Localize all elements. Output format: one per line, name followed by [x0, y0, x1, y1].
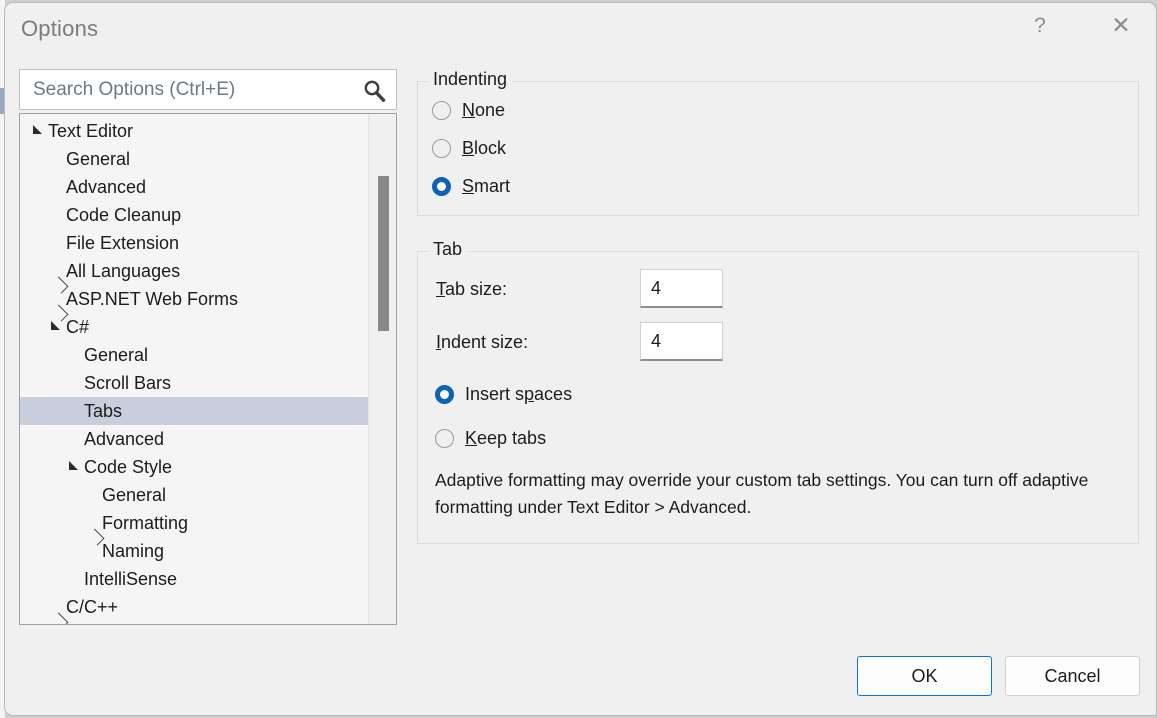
tree-item-intellisense[interactable]: IntelliSense: [20, 565, 368, 593]
magnifier-icon[interactable]: [361, 78, 387, 104]
radio-indenting-none[interactable]: None: [432, 100, 505, 121]
tree-item-file-extension[interactable]: File Extension: [20, 229, 368, 257]
tree-item-label: Text Editor: [48, 121, 133, 142]
chevron-down-icon[interactable]: [66, 453, 80, 481]
tree-item-label: Formatting: [102, 513, 188, 534]
tree-item-code-cleanup[interactable]: Code Cleanup: [20, 201, 368, 229]
radio-label-insert-spaces: Insert spaces: [465, 384, 572, 405]
radio-mark-none[interactable]: [432, 101, 451, 120]
tree-item-label: General: [66, 149, 130, 170]
tree-scrollbar[interactable]: [368, 114, 396, 624]
radio-insert-spaces[interactable]: Insert spaces: [435, 384, 572, 405]
options-tree[interactable]: Text Editor General Advanced Code Cleanup Fi…: [19, 113, 397, 625]
tree-item-label: All Languages: [66, 261, 180, 282]
indenting-group-title: Indenting: [428, 69, 512, 90]
tree-item-label: Code Style: [84, 457, 172, 478]
tree-spacer: [48, 229, 62, 257]
tree-spacer: [66, 425, 80, 453]
tree-scrollbar-thumb[interactable]: [378, 176, 389, 331]
tree-spacer: [48, 173, 62, 201]
tree-item-general[interactable]: General: [20, 341, 368, 369]
tree-item-asp-net-web-forms[interactable]: ASP.NET Web Forms: [20, 285, 368, 313]
close-x-icon: ✕: [1111, 14, 1130, 37]
tree-item-label: General: [102, 485, 166, 506]
tree-item-label: Advanced: [84, 429, 164, 450]
tree-item-naming[interactable]: Naming: [20, 537, 368, 565]
radio-label-none: None: [462, 100, 505, 121]
tree-item-label: Code Cleanup: [66, 205, 181, 226]
title-bar: Options ? ✕: [5, 3, 1156, 55]
search-input[interactable]: [31, 70, 352, 109]
ok-button[interactable]: OK: [857, 656, 992, 696]
tree-item-code-style[interactable]: Code Style: [20, 453, 368, 481]
chevron-right-icon[interactable]: [48, 593, 62, 621]
options-dialog: Options ? ✕ Text Editor General Advanced Co…: [4, 2, 1157, 716]
tab-size-label: Tab size:: [436, 279, 507, 300]
search-box[interactable]: [19, 69, 397, 110]
tree-item-label: Advanced: [66, 177, 146, 198]
tree-item-formatting[interactable]: Formatting: [20, 509, 368, 537]
help-button[interactable]: ?: [1017, 3, 1063, 47]
tree-item-advanced[interactable]: Advanced: [20, 425, 368, 453]
chevron-right-icon[interactable]: [48, 257, 62, 285]
tree-item-label: Scroll Bars: [84, 373, 171, 394]
question-mark-icon: ?: [1034, 15, 1046, 36]
chevron-down-icon[interactable]: [48, 313, 62, 341]
radio-label-keep-tabs: Keep tabs: [465, 428, 546, 449]
tree-item-general[interactable]: General: [20, 145, 368, 173]
tree-item-label: ASP.NET Web Forms: [66, 289, 238, 310]
radio-indenting-block[interactable]: Block: [432, 138, 506, 159]
indent-size-field[interactable]: [640, 322, 723, 361]
tree-item-c-c[interactable]: C/C++: [20, 593, 368, 621]
radio-mark-keep-tabs[interactable]: [435, 429, 454, 448]
radio-mark-insert-spaces[interactable]: [435, 385, 454, 404]
tree-item-text-editor[interactable]: Text Editor: [20, 117, 368, 145]
adaptive-formatting-note: Adaptive formatting may override your cu…: [435, 467, 1095, 521]
chevron-right-icon[interactable]: [84, 509, 98, 537]
tree-item-label: C#: [66, 317, 89, 338]
tree-item-label: General: [84, 345, 148, 366]
tree-spacer: [66, 565, 80, 593]
cancel-button[interactable]: Cancel: [1005, 656, 1140, 696]
tree-item-label: Naming: [102, 541, 164, 562]
tree-item-general[interactable]: General: [20, 481, 368, 509]
tree-spacer: [48, 145, 62, 173]
chevron-down-icon[interactable]: [30, 117, 44, 145]
chevron-right-icon[interactable]: [48, 285, 62, 313]
tree-item-advanced[interactable]: Advanced: [20, 173, 368, 201]
tab-size-input[interactable]: [641, 270, 722, 306]
indent-size-label: Indent size:: [436, 332, 528, 353]
close-button[interactable]: ✕: [1098, 3, 1144, 47]
radio-label-block: Block: [462, 138, 506, 159]
tree-spacer: [66, 397, 80, 425]
tree-item-tabs[interactable]: Tabs: [20, 397, 368, 425]
tree-item-label: Tabs: [84, 401, 122, 422]
tree-item-label: IntelliSense: [84, 569, 177, 590]
tree-spacer: [66, 369, 80, 397]
tree-spacer: [48, 201, 62, 229]
tab-size-field[interactable]: [640, 269, 723, 308]
tree-item-label: File Extension: [66, 233, 179, 254]
tree-item-scroll-bars[interactable]: Scroll Bars: [20, 369, 368, 397]
page-title: Options: [21, 16, 98, 42]
tree-spacer: [66, 341, 80, 369]
radio-mark-smart[interactable]: [432, 177, 451, 196]
radio-label-smart: Smart: [462, 176, 510, 197]
radio-mark-block[interactable]: [432, 139, 451, 158]
radio-keep-tabs[interactable]: Keep tabs: [435, 428, 546, 449]
tab-group-title: Tab: [428, 239, 467, 260]
tree-item-c[interactable]: C#: [20, 313, 368, 341]
tree-spacer: [84, 481, 98, 509]
options-tree-list: Text Editor General Advanced Code Cleanup Fi…: [20, 114, 368, 624]
indent-size-input[interactable]: [641, 323, 722, 359]
tree-spacer: [84, 537, 98, 565]
indenting-group: Indenting None Block Smart: [417, 81, 1139, 216]
radio-indenting-smart[interactable]: Smart: [432, 176, 510, 197]
tree-item-label: C/C++: [66, 597, 118, 618]
tree-item-all-languages[interactable]: All Languages: [20, 257, 368, 285]
